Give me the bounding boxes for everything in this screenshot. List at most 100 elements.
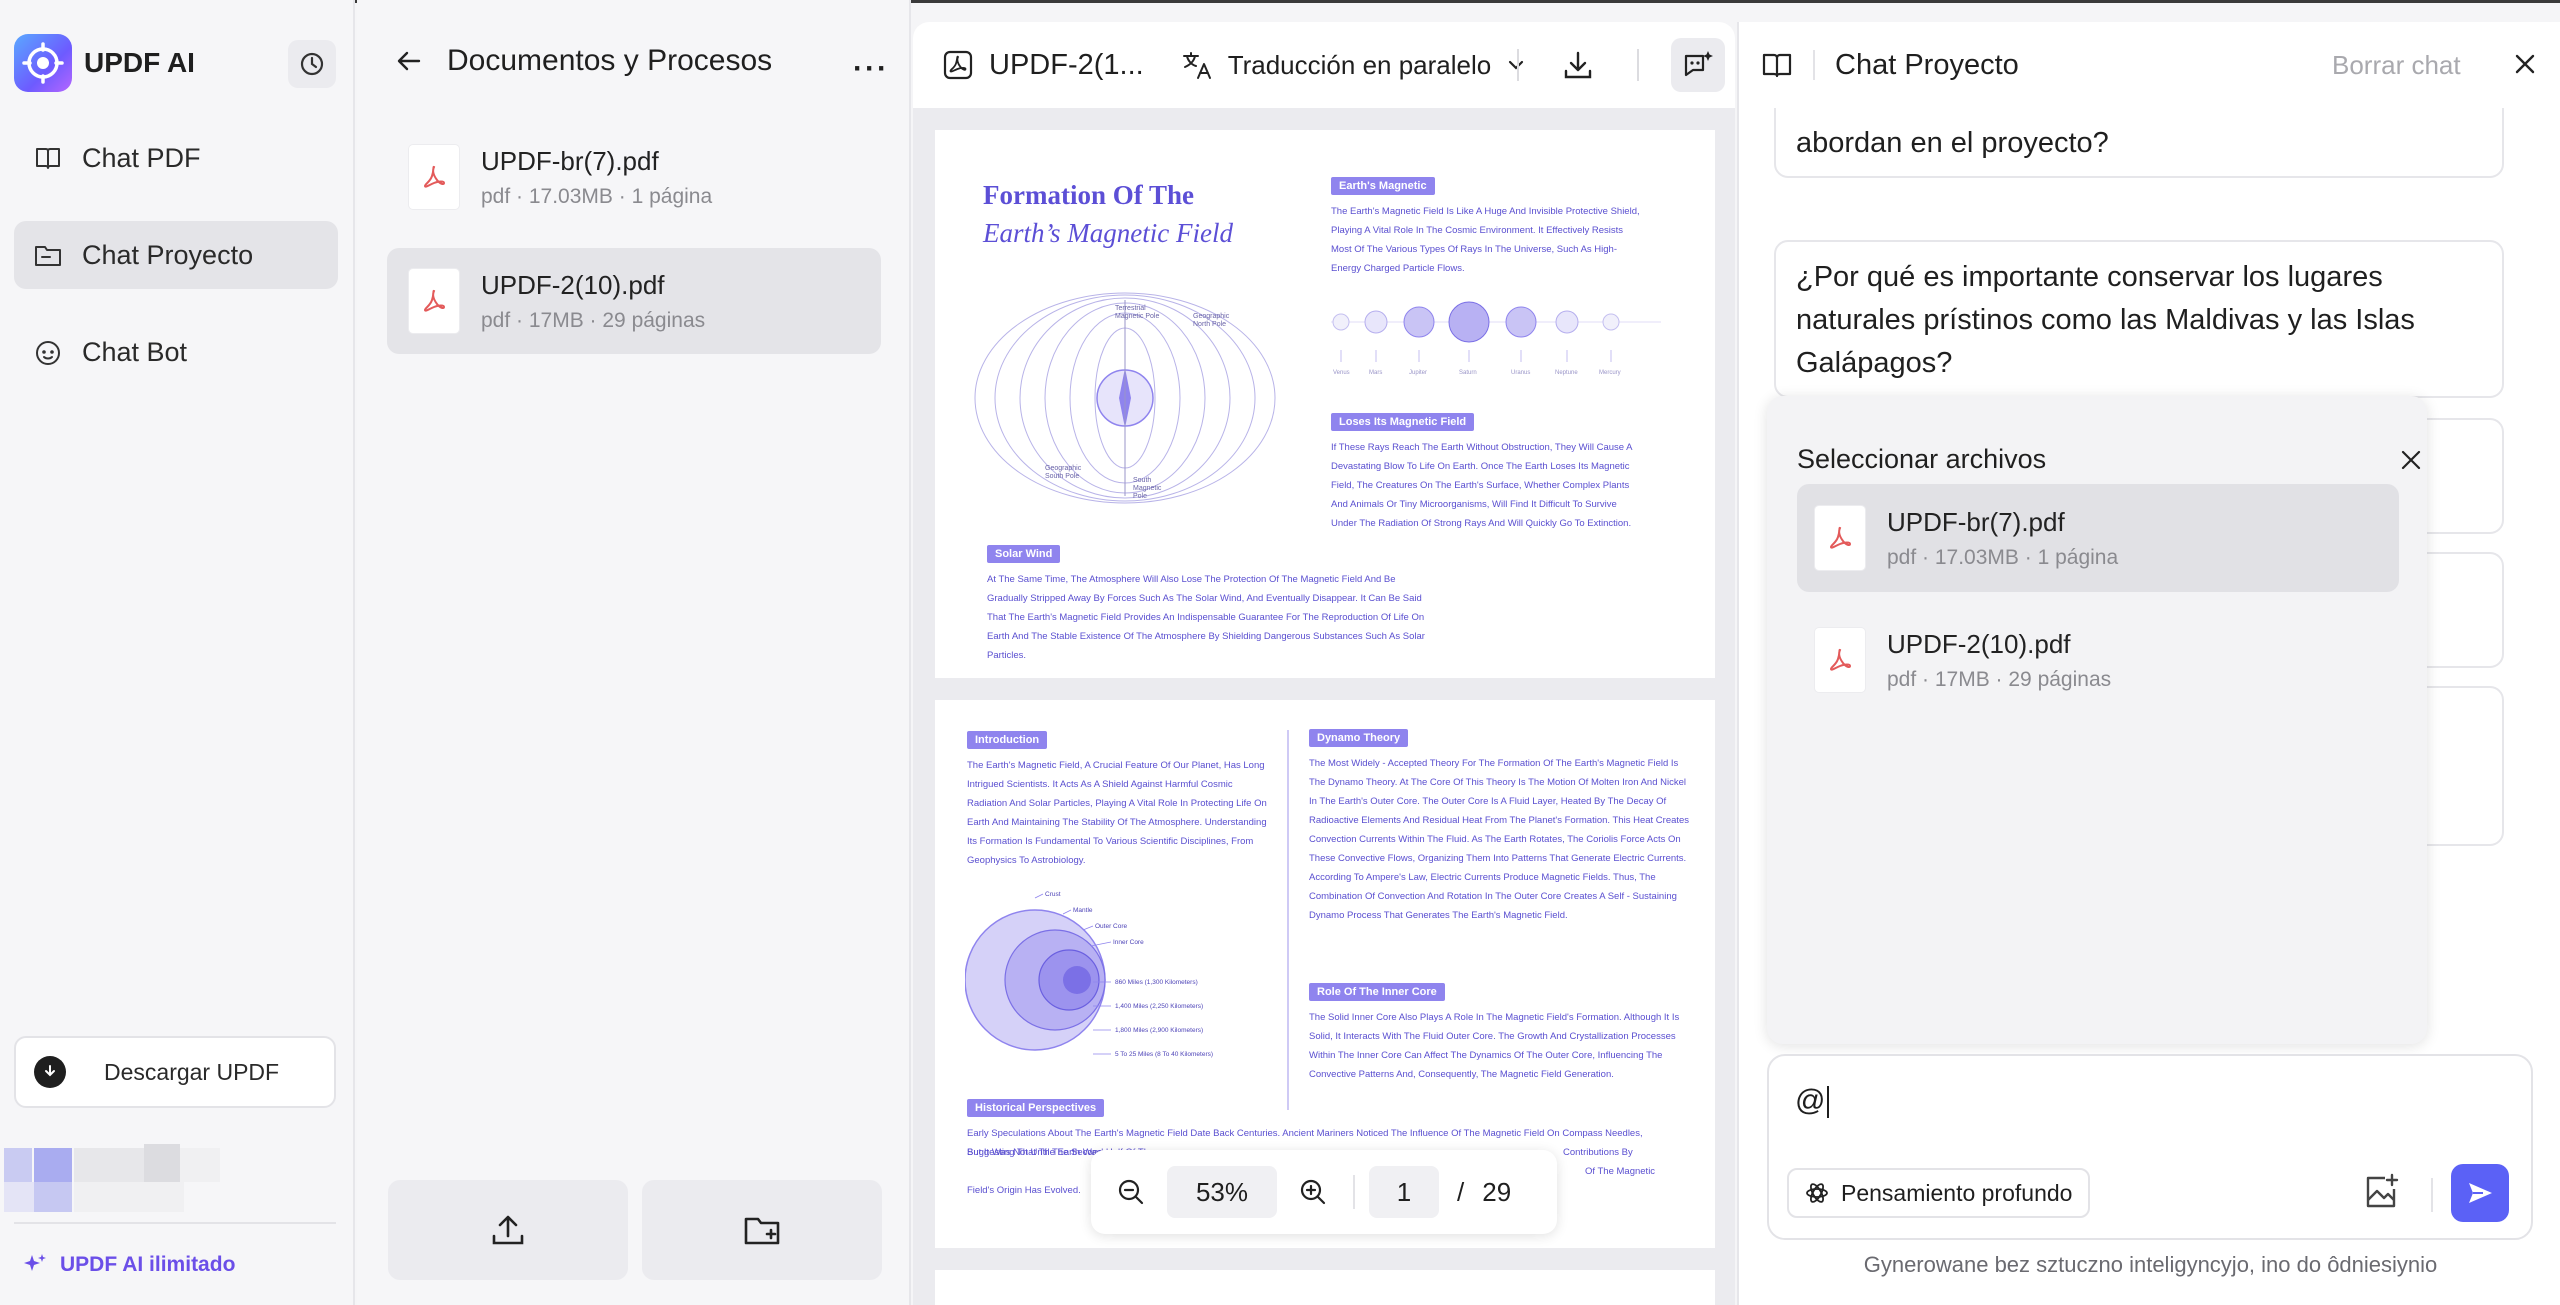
deep-thinking-toggle[interactable]: Pensamiento profundo bbox=[1787, 1168, 2091, 1218]
header-divider bbox=[1813, 50, 1815, 80]
updf-logo bbox=[14, 34, 72, 92]
close-icon[interactable] bbox=[2397, 446, 2425, 474]
back-arrow-icon[interactable] bbox=[395, 47, 423, 75]
pdf-viewer: UPDF-2(1... Traducción en paralelo Forma… bbox=[913, 22, 1735, 1305]
select-file-option[interactable]: UPDF-br(7).pdf pdf · 17.03MB · 1 página bbox=[1797, 484, 2399, 592]
download-label: Descargar UPDF bbox=[104, 1058, 280, 1085]
pdf-doc-icon bbox=[943, 50, 973, 80]
bot-icon bbox=[36, 341, 60, 365]
deep-thinking-label: Pensamiento profundo bbox=[1841, 1179, 2073, 1206]
chat-input-box[interactable]: @ Pensamiento profundo bbox=[1767, 1054, 2533, 1240]
download-updf-button[interactable]: Descargar UPDF bbox=[14, 1036, 336, 1108]
sidebar-item-chat-pdf[interactable]: Chat PDF bbox=[14, 124, 338, 192]
sidebar-divider bbox=[14, 1222, 336, 1224]
sparkle-icon bbox=[24, 1254, 46, 1271]
svg-text:Magnetic Pole: Magnetic Pole bbox=[1115, 313, 1159, 320]
svg-text:Venus: Venus bbox=[1333, 370, 1350, 376]
book-icon bbox=[36, 148, 60, 169]
ai-chat-toggle-button[interactable] bbox=[1671, 38, 1725, 92]
file-item[interactable]: UPDF-2(10).pdf pdf · 17MB · 29 páginas bbox=[387, 248, 881, 354]
more-options-button[interactable]: ··· bbox=[853, 52, 889, 86]
documents-panel: Documentos y Procesos ··· UPDF-br(7).pdf… bbox=[357, 0, 911, 1305]
svg-text:Pole: Pole bbox=[1133, 493, 1147, 500]
close-icon[interactable] bbox=[2509, 48, 2541, 80]
history-icon bbox=[300, 52, 324, 76]
page2-text-history-d: Of The Magnetic bbox=[1585, 1166, 1656, 1177]
upload-icon bbox=[492, 1215, 524, 1245]
page1-tag-earth: Earth's Magnetic bbox=[1331, 177, 1435, 195]
download-file-button[interactable] bbox=[1551, 38, 1605, 92]
sidebar-item-label: Chat Bot bbox=[82, 336, 188, 367]
book-open-icon[interactable] bbox=[1759, 47, 1795, 83]
file-name: UPDF-br(7).pdf bbox=[481, 145, 659, 176]
download-icon bbox=[34, 1056, 66, 1088]
sidebar-item-chat-proyecto[interactable]: Chat Proyecto bbox=[14, 221, 338, 289]
file-item[interactable]: UPDF-br(7).pdf pdf · 17.03MB · 1 página bbox=[387, 124, 881, 230]
page1-text-solar: At The Same Time, The Atmosphere Will Al… bbox=[987, 574, 1425, 661]
file-meta: pdf · 17.03MB · 1 página bbox=[481, 184, 713, 208]
translate-icon bbox=[1182, 52, 1211, 79]
file-meta: pdf · 17.03MB · 1 página bbox=[1887, 545, 2119, 569]
sidebar-item-chat-bot[interactable]: Chat Bot bbox=[14, 318, 338, 386]
suggestion-bubble[interactable]: abordan en el proyecto? bbox=[1774, 108, 2504, 178]
zoom-in-button[interactable] bbox=[1287, 1166, 1339, 1218]
viewer-header: UPDF-2(1... Traducción en paralelo bbox=[913, 22, 1735, 108]
file-meta: pdf · 17MB · 29 páginas bbox=[481, 308, 706, 332]
svg-text:5 To 25 Miles (8 To 40 Kilomet: 5 To 25 Miles (8 To 40 Kilometers) bbox=[1115, 1051, 1213, 1058]
planets-diagram: Venus Mars Jupiter Saturn Uranus Neptune Mercu… bbox=[1331, 301, 1661, 376]
app-sidebar: UPDF AI Chat PDF Chat Proyecto Chat Bot … bbox=[0, 0, 355, 1305]
file-name: UPDF-2(10).pdf bbox=[1887, 628, 2071, 659]
svg-text:Terrestrial: Terrestrial bbox=[1115, 305, 1146, 312]
svg-text:Mercury: Mercury bbox=[1599, 370, 1621, 376]
sidebar-item-label: Chat Proyecto bbox=[82, 239, 254, 270]
page2-text-intro: The Earth's Magnetic Field, A Crucial Fe… bbox=[967, 760, 1267, 866]
translate-label: Traducción en paralelo bbox=[1227, 49, 1492, 80]
chat-input[interactable]: @ bbox=[1795, 1084, 1830, 1119]
page2-tag-dynamo: Dynamo Theory bbox=[1309, 729, 1409, 747]
svg-text:South: South bbox=[1133, 477, 1151, 484]
clear-chat-button[interactable]: Borrar chat bbox=[2332, 50, 2461, 81]
svg-text:Crust: Crust bbox=[1045, 891, 1061, 898]
image-add-icon[interactable] bbox=[2361, 1172, 2401, 1212]
pdf-file-icon bbox=[1815, 628, 1865, 692]
updf-ai-unlimited-link[interactable]: UPDF AI ilimitado bbox=[22, 1252, 235, 1278]
atom-icon bbox=[1806, 1183, 1828, 1203]
page2-tag-intro: Introduction bbox=[967, 731, 1048, 749]
translate-dropdown[interactable]: Traducción en paralelo bbox=[1180, 48, 1528, 82]
page2-text-inner: The Solid Inner Core Also Plays A Role I… bbox=[1309, 1012, 1680, 1080]
svg-text:1,400 Miles (2,250 Kilometers): 1,400 Miles (2,250 Kilometers) bbox=[1115, 1003, 1203, 1010]
unlimited-label: UPDF AI ilimitado bbox=[60, 1253, 236, 1276]
pdf-file-icon bbox=[1815, 506, 1865, 570]
zoom-out-button[interactable] bbox=[1105, 1166, 1157, 1218]
ai-chat-icon bbox=[1684, 51, 1713, 77]
zoom-level[interactable]: 53% bbox=[1167, 1166, 1277, 1218]
page1-tag-solar: Solar Wind bbox=[987, 545, 1061, 563]
new-folder-button[interactable] bbox=[642, 1180, 882, 1280]
upload-button[interactable] bbox=[388, 1180, 628, 1280]
svg-text:North Pole: North Pole bbox=[1193, 321, 1226, 328]
zoom-toolbar: 53% 1 / 29 bbox=[1091, 1150, 1557, 1234]
history-button[interactable] bbox=[288, 40, 336, 88]
docs-header: Documentos y Procesos bbox=[395, 44, 772, 78]
svg-text:Saturn: Saturn bbox=[1459, 370, 1477, 376]
page1-tag-loses: Loses Its Magnetic Field bbox=[1331, 413, 1475, 431]
page1-title: Formation Of The bbox=[983, 180, 1194, 210]
user-avatar-blurred[interactable] bbox=[4, 1142, 224, 1214]
chat-title: Chat Proyecto bbox=[1835, 48, 2019, 81]
pdf-file-icon bbox=[409, 145, 459, 209]
chat-input-value: @ bbox=[1795, 1084, 1826, 1117]
file-meta: pdf · 17MB · 29 páginas bbox=[1887, 667, 2112, 691]
select-file-option[interactable]: UPDF-2(10).pdf pdf · 17MB · 29 páginas bbox=[1797, 606, 2399, 714]
svg-text:860 Miles (1,300 Kilometers): 860 Miles (1,300 Kilometers) bbox=[1115, 979, 1198, 986]
send-button[interactable] bbox=[2451, 1164, 2509, 1222]
page-number-input[interactable]: 1 bbox=[1369, 1166, 1439, 1218]
zoom-in-icon bbox=[1300, 1179, 1326, 1205]
page-total: 29 bbox=[1482, 1176, 1512, 1207]
svg-text:Inner Core: Inner Core bbox=[1113, 939, 1144, 946]
page1-text-earth: The Earth's Magnetic Field Is Like A Hug… bbox=[1331, 206, 1640, 274]
suggestion-bubble[interactable]: ¿Por qué es importante conservar los lug… bbox=[1774, 240, 2504, 398]
pdf-page-1: Formation Of The Earth’s Magnetic Field … bbox=[935, 130, 1715, 678]
svg-text:Jupiter: Jupiter bbox=[1409, 370, 1427, 376]
page2-column-divider bbox=[1287, 730, 1289, 1110]
svg-text:Geographic: Geographic bbox=[1193, 313, 1230, 320]
